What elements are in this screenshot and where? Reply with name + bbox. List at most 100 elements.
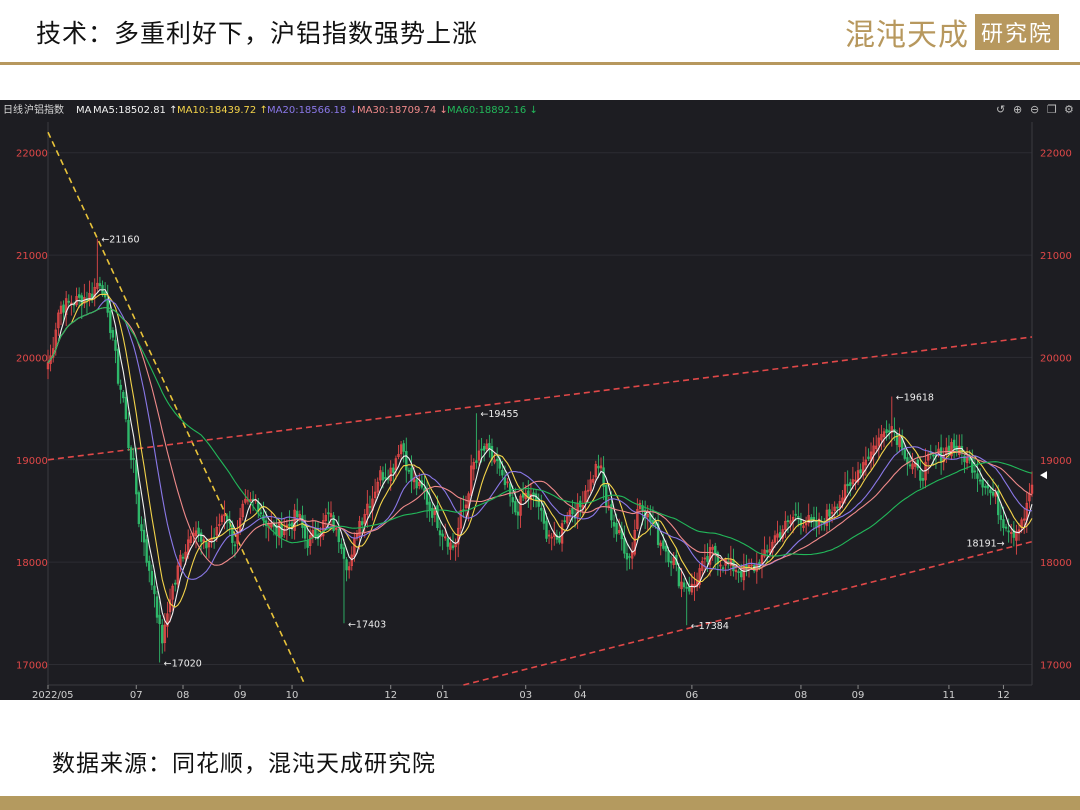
candle [794, 502, 797, 521]
candle [127, 412, 130, 451]
candle-body [127, 419, 130, 449]
candle [106, 284, 109, 318]
candle [563, 515, 566, 525]
y-tick-label-right: 19000 [1040, 456, 1072, 467]
candle [85, 291, 89, 314]
candle [568, 507, 572, 522]
x-tick-label: 07 [130, 690, 143, 700]
candle [898, 427, 901, 453]
candle [817, 512, 821, 535]
undo-icon[interactable]: ↺ [996, 103, 1005, 116]
ma-legend: MA5:18502.81 ↑ MA10:18439.72 ↑ MA20:18566.… [93, 105, 538, 116]
candle [277, 519, 281, 546]
candle [506, 477, 509, 488]
candle-body [885, 429, 888, 434]
candle [168, 588, 172, 623]
candle-body [828, 509, 831, 517]
candle [153, 572, 156, 608]
candle-body [558, 536, 561, 543]
candle [682, 578, 686, 592]
candle-body [114, 339, 117, 351]
candle [802, 519, 805, 532]
candle [989, 486, 992, 505]
y-tick-label-right: 21000 [1040, 251, 1072, 262]
candle-body [495, 458, 499, 462]
candle [384, 463, 387, 480]
zoom-in-icon[interactable]: ⊕ [1013, 103, 1022, 116]
candle [804, 516, 808, 534]
candle-body [288, 523, 291, 527]
candle [355, 530, 359, 541]
candle [981, 477, 984, 496]
candle-body [682, 582, 686, 588]
candle [887, 423, 891, 440]
candle [1030, 471, 1034, 497]
candle-body [303, 525, 307, 539]
candle-body [986, 484, 990, 489]
candle-body [984, 485, 987, 488]
candle [880, 424, 883, 450]
x-tick-label: 09 [234, 690, 247, 700]
candle [784, 511, 787, 538]
candle [594, 460, 598, 481]
candle [70, 295, 73, 316]
y-tick-label-right: 18000 [1040, 558, 1072, 569]
candle-body [116, 349, 120, 384]
candle [392, 463, 395, 483]
chart-panel[interactable]: ←21160 ←17020 ←17403 ←19455 ←17384 ←19618 1819… [0, 100, 1080, 700]
ma-legend-1: MA10:18439.72 ↑ [177, 105, 268, 116]
candle [797, 502, 800, 527]
annotation-layer: ←21160 ←17020 ←17403 ←19455 ←17384 ←19618 1819… [101, 235, 1004, 670]
candle-body [155, 596, 159, 618]
price-annotation: ←19455 [480, 409, 518, 420]
candle [516, 498, 520, 530]
candle-body [542, 510, 546, 524]
candle [672, 552, 675, 569]
copy-icon[interactable]: ❐ [1047, 103, 1057, 116]
candle-body [174, 582, 177, 585]
candle-body [119, 384, 122, 390]
candle [685, 581, 688, 626]
candle [724, 557, 727, 575]
candle [1015, 524, 1018, 555]
candle-body [615, 522, 618, 535]
candle [311, 518, 315, 544]
grid-layer [47, 122, 1033, 686]
candle [737, 568, 740, 583]
period-label[interactable]: 日线 [3, 103, 23, 116]
candle-body [597, 465, 600, 469]
candle [457, 517, 460, 558]
y-tick-label-left: 21000 [16, 251, 48, 262]
down-trendline [47, 131, 306, 686]
candle-body [778, 532, 782, 538]
candle-body [516, 511, 520, 516]
candle-body [142, 529, 146, 543]
candle-body [384, 477, 387, 479]
candle [441, 529, 444, 551]
candle-body [475, 460, 478, 463]
y-tick-label-left: 20000 [16, 353, 48, 364]
candle [781, 525, 784, 542]
candle [950, 438, 953, 461]
candle-body [109, 310, 112, 333]
candle-body [623, 538, 626, 554]
candle [423, 475, 426, 500]
candle-body [999, 515, 1003, 520]
candle-body [669, 560, 673, 564]
x-tick-label: 12 [997, 690, 1010, 700]
candle [210, 525, 213, 548]
candle [815, 506, 818, 538]
candle-body [908, 464, 912, 467]
candle [864, 446, 868, 476]
settings-icon[interactable]: ⚙ [1064, 103, 1074, 116]
candlestick-chart[interactable]: ←21160 ←17020 ←17403 ←19455 ←17384 ←19618 1819… [0, 100, 1080, 700]
candle-body [438, 530, 442, 536]
candle [98, 276, 102, 289]
zoom-out-icon[interactable]: ⊖ [1030, 103, 1039, 116]
price-annotation: ←17020 [164, 658, 202, 669]
candle [347, 561, 351, 579]
candle [698, 564, 701, 589]
candle [322, 513, 325, 541]
candle [225, 513, 229, 532]
candle-body [654, 522, 657, 526]
